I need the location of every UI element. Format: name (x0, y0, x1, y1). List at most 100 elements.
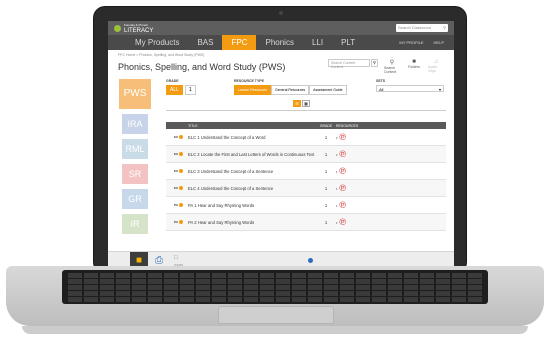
expand-dot-icon[interactable]: • (336, 220, 337, 225)
classroom-search-placeholder: Search Classroom (398, 25, 431, 30)
folders-label: Folders (408, 65, 420, 69)
sets-select[interactable]: All ▾ (376, 85, 444, 92)
row-grade: 1 (324, 202, 328, 208)
row-grade: 1 (324, 134, 328, 140)
sidebar-item-sr[interactable]: SR (122, 164, 148, 184)
sidebar-item-pws[interactable]: PWS (119, 79, 151, 109)
row-title[interactable]: PA 2 Hear and Say Rhyming Words (186, 220, 316, 225)
pdf-icon[interactable]: ℗ (339, 217, 346, 227)
pdf-icon[interactable]: ℗ (339, 183, 346, 193)
expand-dot-icon[interactable]: • (336, 203, 337, 208)
sidebar-item-ir[interactable]: IR (122, 214, 148, 234)
lesson-code-badge: EC (174, 186, 186, 190)
audio-clips-label: Audio Clips (428, 65, 437, 73)
row-resources: • ℗ (336, 149, 346, 159)
row-title[interactable]: ELC 1 Understand the Concept of a Word (186, 135, 316, 140)
breadcrumb[interactable]: FPC Home > Phonics, Spelling, and Word S… (108, 50, 454, 57)
row-resources: • ℗ (336, 132, 346, 142)
nav-item-phonics[interactable]: Phonics (256, 35, 302, 50)
page-title: Phonics, Spelling, and Word Study (PWS) (118, 62, 286, 72)
resources-table: TITLE GRADE RESOURCES EC ELC 1 Understand… (166, 122, 446, 231)
pdf-icon[interactable]: ℗ (339, 132, 346, 142)
sets-label: SETS (376, 79, 386, 83)
table-row[interactable]: EC ELC 2 Locate the First and Last Letter… (166, 146, 446, 163)
nav-item-bas[interactable]: BAS (188, 35, 222, 50)
sidebar-item-rml[interactable]: RML (122, 139, 148, 159)
row-resources: • ℗ (336, 183, 346, 193)
table-header: TITLE GRADE RESOURCES (166, 122, 446, 129)
lesson-code: EC (174, 186, 179, 190)
my-profile-link[interactable]: MY PROFILE (399, 40, 423, 45)
column-grade[interactable]: GRADE (316, 124, 336, 128)
table-row[interactable]: PA PA 1 Hear and Say Rhyming Words 1 • ℗ (166, 197, 446, 214)
pager-dot[interactable] (308, 258, 313, 263)
content-search-input[interactable]: Search Content Context (328, 59, 370, 69)
lesson-dot-icon (179, 152, 184, 156)
classroom-search-input[interactable]: Search Classroom ⚲ (396, 24, 448, 32)
help-link[interactable]: HELP (434, 40, 444, 45)
laptop-screen: Fountas & Pinnell LITERACY Search Classr… (108, 21, 454, 269)
expand-dot-icon[interactable]: • (336, 169, 337, 174)
expand-dot-icon[interactable]: • (336, 186, 337, 191)
nav-item-lli[interactable]: LLI (303, 35, 332, 50)
row-resources: • ℗ (336, 200, 346, 210)
row-resources: • ℗ (336, 166, 346, 176)
lesson-dot-icon (179, 186, 184, 190)
lesson-code-badge: PA (174, 220, 186, 224)
top-bar: Fountas & Pinnell LITERACY Search Classr… (108, 21, 454, 35)
nav-item-my-products[interactable]: My Products (126, 35, 188, 50)
lesson-code-badge: PA (174, 203, 186, 207)
row-grade: 1 (324, 219, 328, 225)
row-resources: • ℗ (336, 217, 346, 227)
row-grade: 1 (324, 185, 328, 191)
resource-type-filter: RESOURCE TYPE Lesson Resources General R… (234, 79, 347, 95)
sets-filter: SETS All ▾ (376, 79, 444, 92)
sets-value: All (379, 87, 384, 92)
table-row[interactable]: PA PA 2 Hear and Say Rhyming Words 1 • ℗ (166, 214, 446, 231)
row-grade: 1 (324, 151, 328, 157)
row-grade: 1 (324, 168, 328, 174)
row-title[interactable]: PA 1 Hear and Say Rhyming Words (186, 203, 316, 208)
lesson-code: PA (174, 203, 178, 207)
grade-label: GRADE (166, 79, 179, 83)
grade-option-1[interactable]: 1 (184, 85, 196, 95)
resource-type-lesson[interactable]: Lesson Resources (234, 85, 271, 95)
table-row[interactable]: EC ELC 4 Understand the Concept of a Sent… (166, 180, 446, 197)
folders-tool[interactable]: ■ Folders (406, 59, 422, 74)
table-row[interactable]: EC ELC 1 Understand the Concept of a Word… (166, 129, 446, 146)
row-title[interactable]: ELC 4 Understand the Concept of a Senten… (186, 186, 316, 191)
row-title[interactable]: ELC 2 Locate the First and Last Letters … (186, 152, 316, 157)
nav-item-plt[interactable]: PLT (332, 35, 364, 50)
webcam (279, 11, 283, 15)
grade-option-all[interactable]: ALL (166, 85, 183, 95)
column-resources: RESOURCES (336, 123, 359, 128)
lesson-code-badge: EC (174, 169, 186, 173)
expand-dot-icon[interactable]: • (336, 152, 337, 157)
column-title[interactable]: TITLE (166, 124, 316, 128)
expand-dot-icon[interactable]: • (336, 135, 337, 140)
lesson-code: PA (174, 220, 178, 224)
row-title[interactable]: ELC 3 Understand the Concept of a Senten… (186, 169, 316, 174)
grid-view-icon[interactable]: ▦ (302, 100, 310, 107)
view-toggle: ☰ ▦ (293, 100, 310, 107)
table-row[interactable]: EC ELC 3 Understand the Concept of a Sent… (166, 163, 446, 180)
search-icon[interactable]: ⚲ (443, 25, 446, 31)
audio-clips-tool[interactable]: ♫ Audio Clips (428, 59, 444, 74)
product-sidebar: PWS IRA RML SR GR IR (114, 79, 156, 239)
sidebar-item-ira[interactable]: IRA (122, 114, 148, 134)
divider (166, 110, 446, 111)
resource-type-assessment[interactable]: Assessment Guide (309, 85, 347, 95)
content-search-button[interactable]: ⚲ (371, 59, 378, 67)
search-context-tool[interactable]: ⚲ Search Context (384, 59, 400, 74)
folder-outline-icon[interactable]: □ (174, 255, 178, 261)
sidebar-item-gr[interactable]: GR (122, 189, 148, 209)
app-logo[interactable]: Fountas & Pinnell LITERACY (114, 22, 153, 34)
pdf-icon[interactable]: ℗ (339, 200, 346, 210)
pdf-icon[interactable]: ℗ (339, 166, 346, 176)
list-view-icon[interactable]: ☰ (293, 100, 301, 107)
pdf-icon[interactable]: ℗ (339, 149, 346, 159)
logo-mark-icon (114, 24, 121, 32)
resource-type-general[interactable]: General Resources (271, 85, 310, 95)
nav-item-fpc[interactable]: FPC (222, 35, 257, 50)
lesson-dot-icon (178, 220, 183, 224)
